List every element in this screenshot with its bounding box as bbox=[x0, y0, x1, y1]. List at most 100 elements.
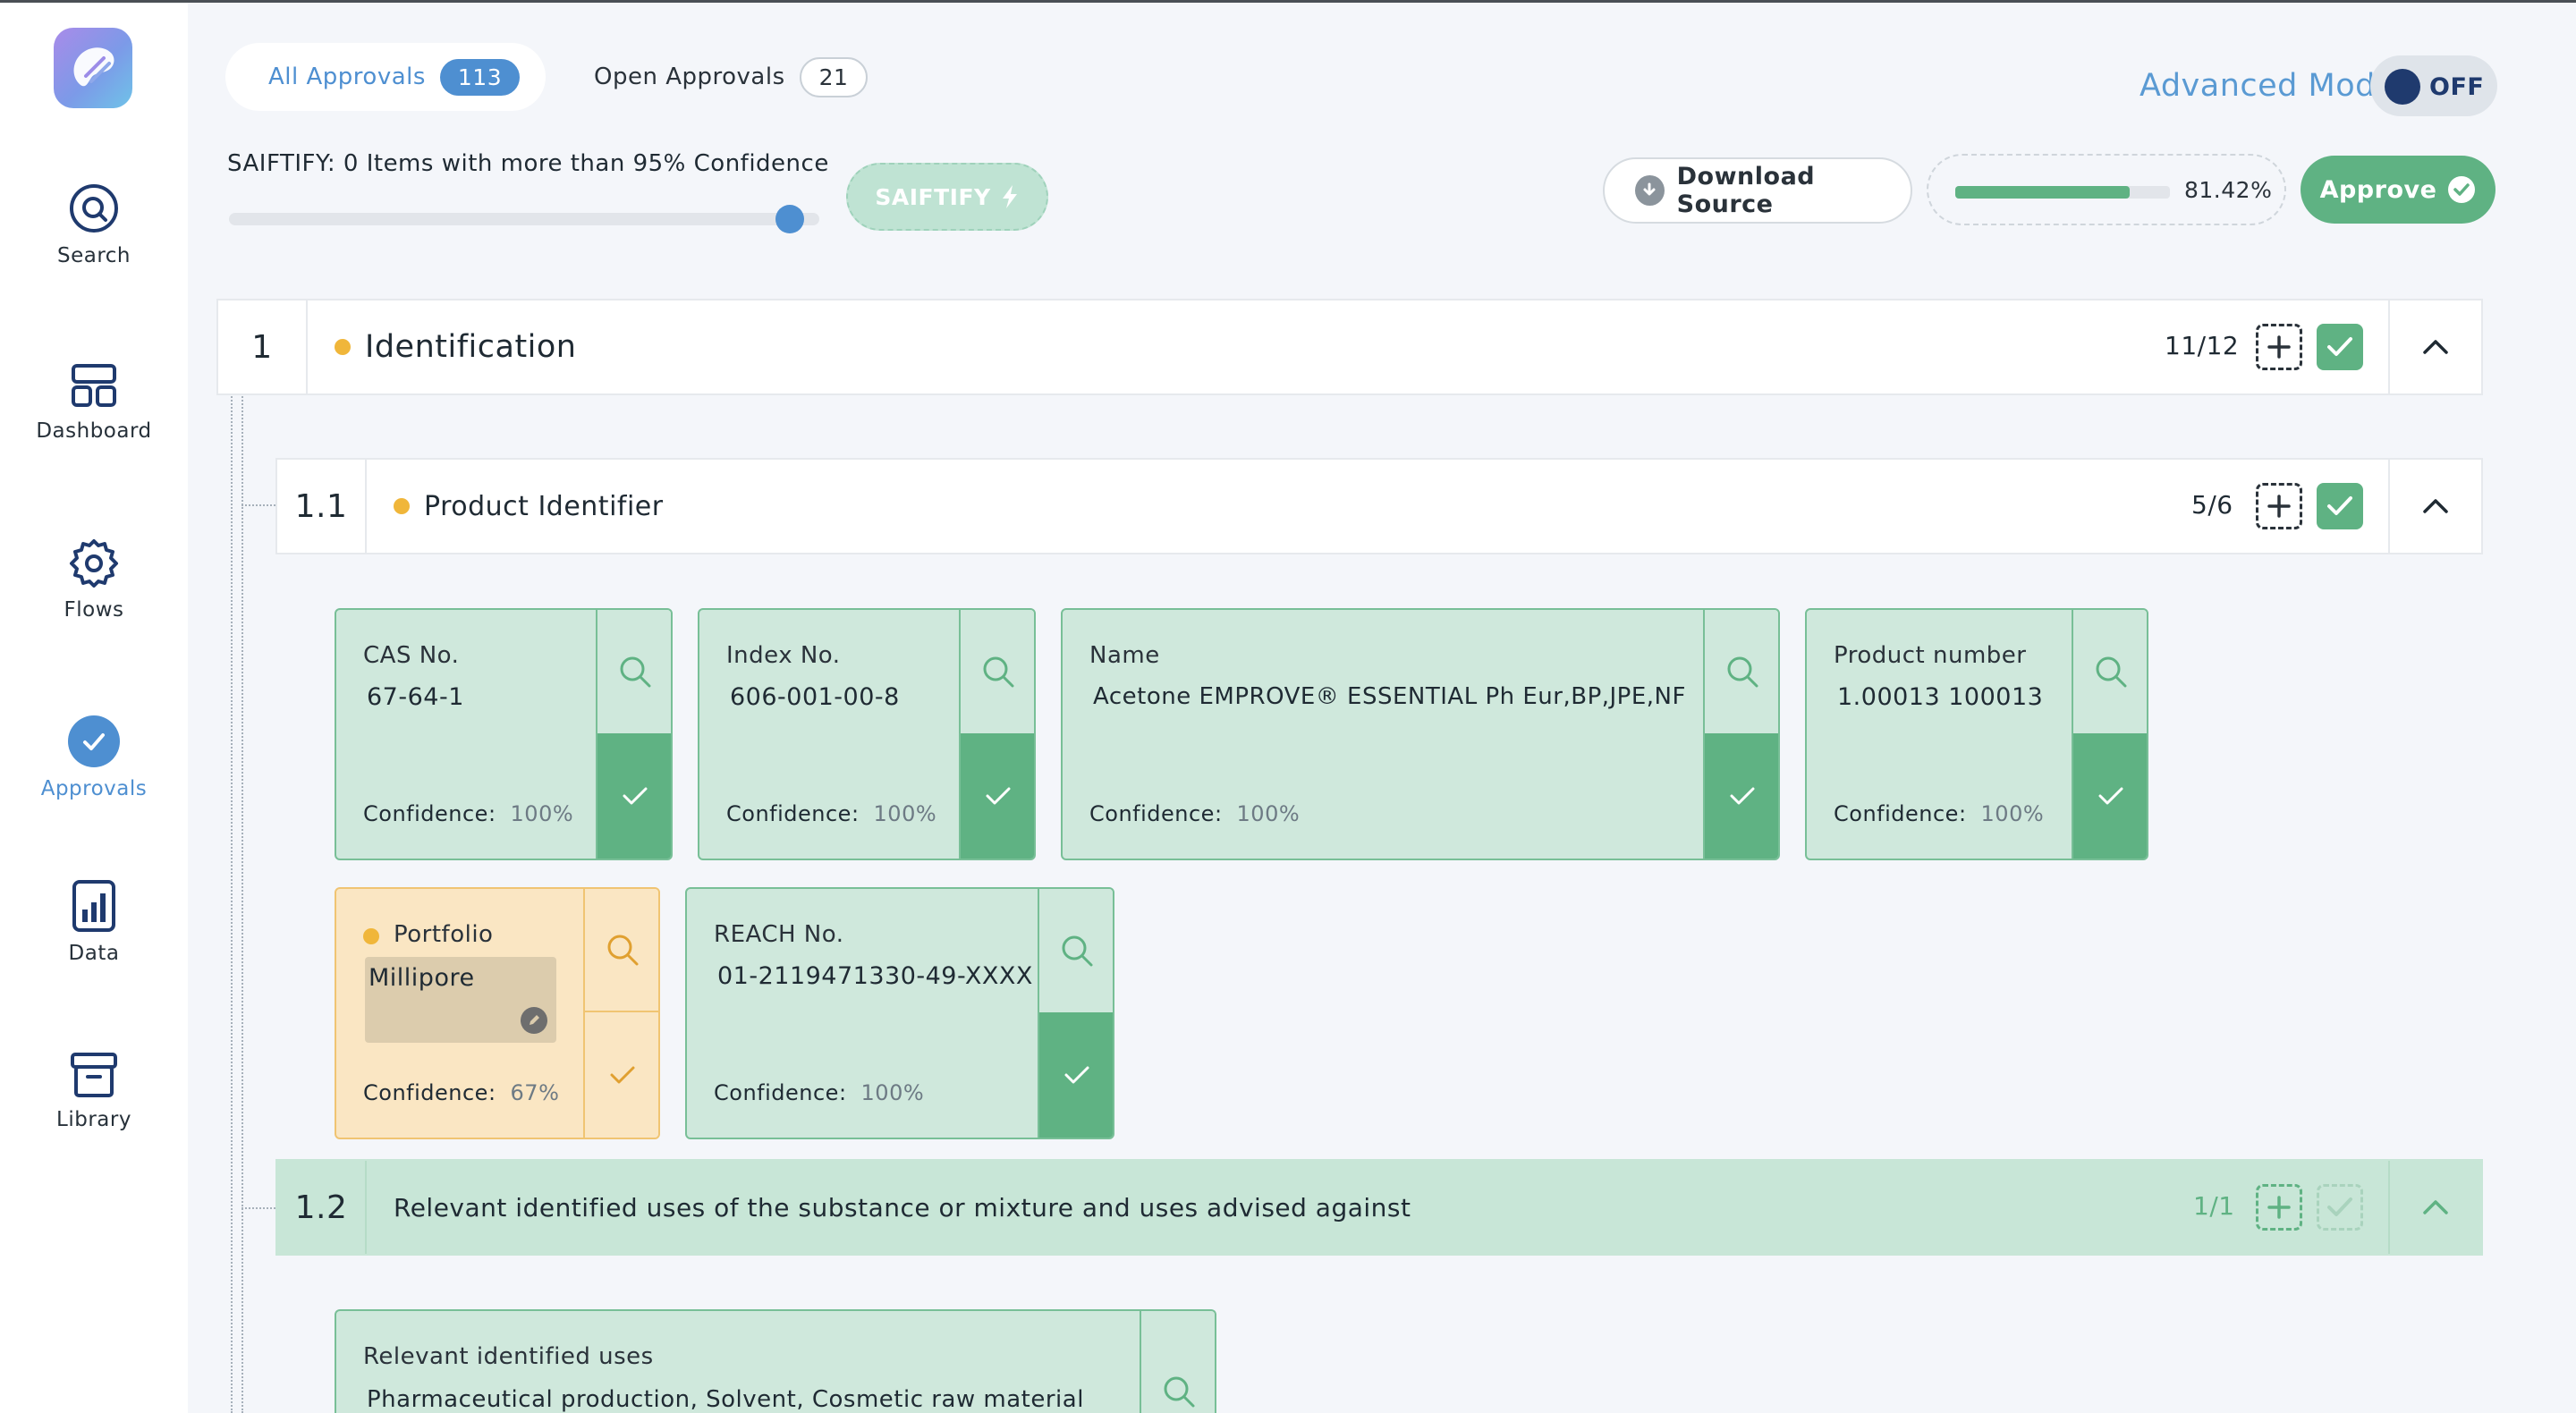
approve-field-button[interactable] bbox=[1705, 733, 1778, 859]
field-label: Index No. bbox=[726, 642, 841, 669]
search-icon bbox=[620, 656, 651, 688]
sidebar-item-label: Data bbox=[68, 942, 120, 965]
chevron-up-icon bbox=[2423, 499, 2448, 513]
progress-text: 81.42% bbox=[2184, 177, 2273, 203]
tree-guide bbox=[242, 393, 243, 1413]
edit-icon[interactable] bbox=[521, 1007, 547, 1034]
section-count: 11/12 bbox=[2165, 331, 2240, 360]
section-title: Identification bbox=[365, 329, 577, 365]
search-button[interactable] bbox=[1705, 610, 1778, 733]
bar-chart-icon bbox=[72, 880, 115, 932]
check-icon bbox=[2327, 1197, 2352, 1216]
search-button[interactable] bbox=[2073, 610, 2147, 733]
approve-section-button[interactable] bbox=[2317, 1184, 2363, 1231]
saiftify-button-label: SAIFTIFY bbox=[875, 183, 991, 210]
approve-field-button[interactable] bbox=[597, 733, 671, 859]
sidebar-item-flows[interactable]: Flows bbox=[0, 537, 188, 622]
approve-field-button[interactable] bbox=[961, 733, 1034, 859]
confidence: Confidence: 100% bbox=[1089, 801, 1300, 826]
section-relevant-uses[interactable]: 1.2 Relevant identified uses of the subs… bbox=[275, 1159, 2483, 1256]
status-dot bbox=[335, 339, 351, 355]
card-actions bbox=[1038, 889, 1113, 1138]
download-source-button[interactable]: Download Source bbox=[1603, 157, 1912, 224]
confidence-label: Confidence: bbox=[726, 801, 860, 826]
confidence-label: Confidence: bbox=[363, 801, 496, 826]
field-label: Portfolio bbox=[394, 921, 494, 948]
confidence-label: Confidence: bbox=[363, 1080, 496, 1105]
field-card-product-number[interactable]: Product number 1.00013 100013 Confidence… bbox=[1805, 608, 2148, 860]
check-icon bbox=[610, 1066, 635, 1084]
confidence-value: 100% bbox=[1236, 801, 1301, 826]
tree-guide bbox=[242, 504, 275, 506]
check-icon bbox=[1064, 1066, 1089, 1084]
confidence: Confidence: 100% bbox=[1834, 801, 2044, 826]
add-button[interactable] bbox=[2256, 1184, 2302, 1231]
approval-progress: 81.42% bbox=[1927, 154, 2286, 225]
slider-handle[interactable] bbox=[775, 205, 804, 233]
search-icon bbox=[1062, 935, 1093, 967]
field-card-cas-no[interactable]: CAS No. 67-64-1 Confidence: 100% bbox=[335, 608, 673, 860]
search-button[interactable] bbox=[597, 610, 671, 733]
sidebar-item-data[interactable]: Data bbox=[0, 879, 188, 965]
collapse-toggle[interactable] bbox=[2388, 300, 2481, 393]
approve-field-button[interactable] bbox=[1039, 1012, 1113, 1138]
approve-field-button[interactable] bbox=[2073, 733, 2147, 859]
sidebar-item-dashboard[interactable]: Dashboard bbox=[0, 360, 188, 443]
approve-field-button[interactable] bbox=[585, 1012, 658, 1138]
check-circle-icon bbox=[2448, 176, 2476, 203]
advanced-mode-toggle[interactable]: OFF bbox=[2370, 55, 2497, 116]
field-card-reach-no[interactable]: REACH No. 01-2119471330-49-XXXX Confiden… bbox=[685, 887, 1114, 1139]
confidence-slider[interactable] bbox=[229, 205, 819, 233]
sidebar-item-label: Approvals bbox=[40, 777, 148, 800]
confidence-value: 100% bbox=[860, 1080, 925, 1105]
top-border bbox=[0, 0, 2576, 3]
sidebar-item-search[interactable]: Search bbox=[0, 182, 188, 267]
search-icon bbox=[607, 935, 639, 966]
collapse-toggle[interactable] bbox=[2388, 1161, 2481, 1254]
field-card-portfolio[interactable]: Portfolio Millipore Confidence: 67% bbox=[335, 887, 660, 1139]
tab-open-approvals[interactable]: Open Approvals 21 bbox=[594, 43, 869, 111]
sidebar-item-label: Dashboard bbox=[36, 419, 152, 443]
search-button[interactable] bbox=[1141, 1311, 1215, 1413]
toggle-state: OFF bbox=[2429, 73, 2485, 101]
search-button[interactable] bbox=[585, 889, 658, 1012]
approve-label: Approve bbox=[2319, 175, 2437, 204]
approve-section-button[interactable] bbox=[2317, 483, 2363, 529]
field-card-name[interactable]: Name Acetone EMPROVE® ESSENTIAL Ph Eur,B… bbox=[1061, 608, 1780, 860]
section-identification[interactable]: 1 Identification 11/12 bbox=[216, 299, 2483, 395]
tree-guide bbox=[231, 393, 233, 1413]
field-value: 01-2119471330-49-XXXX bbox=[717, 962, 1033, 990]
section-count: 5/6 bbox=[2191, 490, 2233, 520]
plus-icon bbox=[2267, 1196, 2291, 1219]
download-source-label: Download Source bbox=[1676, 163, 1816, 218]
portfolio-input[interactable]: Millipore bbox=[365, 957, 556, 1043]
section-number: 1 bbox=[218, 300, 308, 393]
section-product-identifier[interactable]: 1.1 Product Identifier 5/6 bbox=[275, 458, 2483, 554]
sidebar-item-label: Search bbox=[56, 244, 131, 267]
field-card-index-no[interactable]: Index No. 606-001-00-8 Confidence: 100% bbox=[698, 608, 1036, 860]
collapse-toggle[interactable] bbox=[2388, 460, 2481, 553]
approve-button[interactable]: Approve bbox=[2301, 156, 2496, 224]
search-icon bbox=[70, 184, 118, 233]
confidence: Confidence: 67% bbox=[363, 1080, 559, 1105]
search-button[interactable] bbox=[1039, 889, 1113, 1012]
field-value: Millipore bbox=[369, 964, 475, 992]
toggle-knob bbox=[2385, 69, 2420, 105]
field-label: Relevant identified uses bbox=[363, 1343, 654, 1370]
confidence-value: 67% bbox=[510, 1080, 560, 1105]
add-button[interactable] bbox=[2256, 324, 2302, 370]
confidence-value: 100% bbox=[510, 801, 574, 826]
add-button[interactable] bbox=[2256, 483, 2302, 529]
approve-section-button[interactable] bbox=[2317, 324, 2363, 370]
field-label: REACH No. bbox=[714, 921, 844, 948]
saiftify-button[interactable]: SAIFTIFY bbox=[846, 163, 1048, 231]
search-button[interactable] bbox=[961, 610, 1034, 733]
field-card-relevant-uses[interactable]: Relevant identified uses Pharmaceutical … bbox=[335, 1309, 1216, 1413]
app-logo[interactable] bbox=[54, 28, 132, 108]
field-value: 1.00013 100013 bbox=[1837, 683, 2044, 711]
sidebar-item-library[interactable]: Library bbox=[0, 1051, 188, 1131]
search-icon bbox=[2096, 656, 2127, 688]
tab-all-approvals[interactable]: All Approvals 113 bbox=[225, 43, 546, 111]
sidebar-item-approvals[interactable]: Approvals bbox=[0, 715, 188, 800]
gear-icon bbox=[70, 539, 118, 588]
